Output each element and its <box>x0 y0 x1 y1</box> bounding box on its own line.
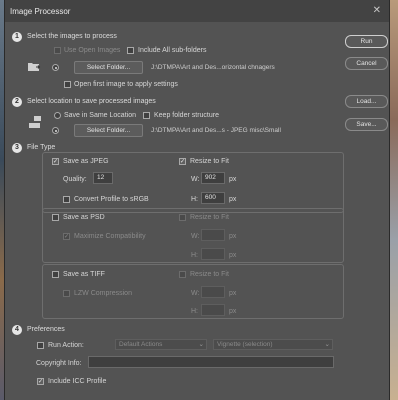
resize-psd-label: Resize to Fit <box>190 214 229 221</box>
action-value: Vignette (selection) <box>217 341 273 348</box>
psd-width-input[interactable] <box>201 229 225 241</box>
image-processor-dialog: Image Processor ✕ 1 Select the images to… <box>4 0 390 400</box>
resize-psd-checkbox[interactable] <box>179 214 186 221</box>
action-select[interactable]: Vignette (selection) ⌄ <box>213 339 333 350</box>
keep-folder-structure-label: Keep folder structure <box>154 112 219 119</box>
save-as-psd-label: Save as PSD <box>63 214 105 221</box>
resize-tiff-label: Resize to Fit <box>190 271 229 278</box>
destination-folder-path: J:\DTMPA\Art and Des...s - JPEG misc\Sma… <box>151 127 281 134</box>
save-same-location-label: Save in Same Location <box>64 112 136 119</box>
destination-folder-radio[interactable] <box>52 127 59 134</box>
jpeg-height-input[interactable]: 600 <box>201 192 225 204</box>
run-button[interactable]: Run <box>345 35 388 48</box>
jpeg-height-label: H: <box>191 196 198 203</box>
copyright-label: Copyright Info: <box>36 360 82 367</box>
convert-srgb-checkbox[interactable] <box>63 196 70 203</box>
load-button[interactable]: Load... <box>345 95 388 108</box>
use-open-images-checkbox[interactable] <box>54 47 61 54</box>
section-4-heading: Preferences <box>27 326 65 333</box>
psd-height-label: H: <box>191 252 198 259</box>
include-icc-checkbox[interactable]: ✓ <box>37 378 44 385</box>
save-as-jpeg-checkbox[interactable]: ✓ <box>52 158 59 165</box>
section-2-number: 2 <box>12 97 22 107</box>
resize-jpeg-label: Resize to Fit <box>190 158 229 165</box>
psd-width-label: W: <box>191 233 200 240</box>
maximize-compatibility-checkbox[interactable]: ✓ <box>63 233 70 240</box>
resize-jpeg-checkbox[interactable]: ✓ <box>179 158 186 165</box>
save-as-jpeg-label: Save as JPEG <box>63 158 109 165</box>
section-4-number: 4 <box>12 325 22 335</box>
title-bar: Image Processor ✕ <box>5 0 389 22</box>
include-icc-label: Include ICC Profile <box>48 378 107 385</box>
save-as-tiff-label: Save as TIFF <box>63 271 105 278</box>
close-icon[interactable]: ✕ <box>373 5 381 16</box>
select-destination-folder-button[interactable]: Select Folder... <box>74 124 143 137</box>
tiff-width-input[interactable] <box>201 286 225 298</box>
background-photo-right <box>390 0 398 400</box>
quality-label: Quality: <box>63 176 87 183</box>
quality-input[interactable]: 12 <box>93 172 113 184</box>
section-1-heading: Select the images to process <box>27 33 117 40</box>
tiff-width-label: W: <box>191 290 200 297</box>
run-action-checkbox[interactable] <box>37 342 44 349</box>
source-folder-radio[interactable] <box>52 64 59 71</box>
open-first-image-checkbox[interactable] <box>64 81 71 88</box>
section-3-number: 3 <box>12 143 22 153</box>
save-destination-icon <box>29 116 41 128</box>
source-folder-path: J:\DTMPA\Art and Des...orizontal chnager… <box>151 64 275 71</box>
chevron-down-icon: ⌄ <box>198 341 204 348</box>
psd-height-unit: px <box>229 252 237 259</box>
folder-icon <box>28 63 41 71</box>
dialog-title: Image Processor <box>10 7 71 16</box>
lzw-compression-label: LZW Compression <box>74 290 132 297</box>
lzw-compression-checkbox[interactable] <box>63 290 70 297</box>
save-settings-button[interactable]: Save... <box>345 118 388 131</box>
action-set-select[interactable]: Default Actions ⌄ <box>115 339 207 350</box>
chevron-down-icon: ⌄ <box>324 341 330 348</box>
psd-height-input[interactable] <box>201 248 225 260</box>
section-2-heading: Select location to save processed images <box>27 98 156 105</box>
jpeg-width-unit: px <box>229 176 237 183</box>
keep-folder-structure-checkbox[interactable] <box>143 112 150 119</box>
save-same-location-radio[interactable] <box>54 112 61 119</box>
jpeg-width-label: W: <box>191 176 200 183</box>
save-as-psd-checkbox[interactable] <box>52 214 59 221</box>
run-action-label: Run Action: <box>48 342 84 349</box>
include-subfolders-checkbox[interactable] <box>127 47 134 54</box>
tiff-height-input[interactable] <box>201 304 225 316</box>
psd-width-unit: px <box>229 233 237 240</box>
convert-srgb-label: Convert Profile to sRGB <box>74 196 149 203</box>
tiff-width-unit: px <box>229 290 237 297</box>
jpeg-height-unit: px <box>229 196 237 203</box>
tiff-height-label: H: <box>191 308 198 315</box>
use-open-images-label: Use Open Images <box>64 47 121 54</box>
save-as-tiff-checkbox[interactable] <box>52 271 59 278</box>
include-subfolders-label: Include All sub-folders <box>138 47 207 54</box>
open-first-image-label: Open first image to apply settings <box>74 81 178 88</box>
section-3-heading: File Type <box>27 144 56 151</box>
cancel-button[interactable]: Cancel <box>345 57 388 70</box>
jpeg-width-input[interactable]: 902 <box>201 172 225 184</box>
select-source-folder-button[interactable]: Select Folder... <box>74 61 143 74</box>
copyright-input[interactable] <box>88 356 334 368</box>
resize-tiff-checkbox[interactable] <box>179 271 186 278</box>
section-1-number: 1 <box>12 32 22 42</box>
maximize-compatibility-label: Maximize Compatibility <box>74 233 146 240</box>
tiff-height-unit: px <box>229 308 237 315</box>
action-set-value: Default Actions <box>119 341 163 348</box>
